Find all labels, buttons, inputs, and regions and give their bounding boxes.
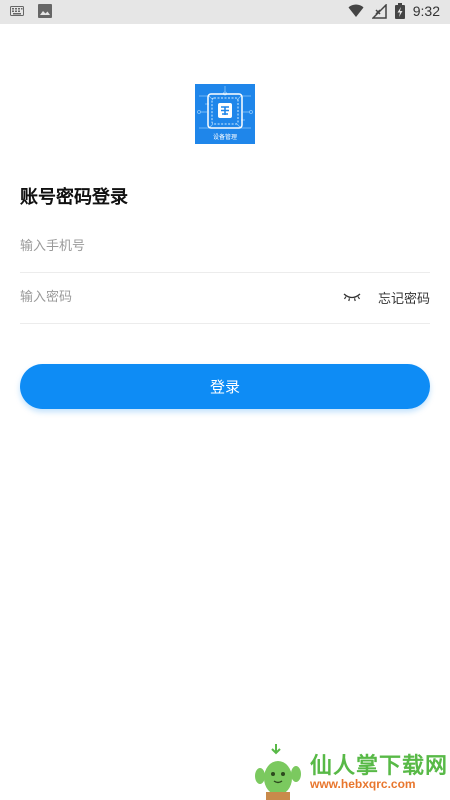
logo-text: 设备管理 (212, 134, 237, 141)
keyboard-icon (10, 6, 24, 16)
watermark: 仙人掌下载网 www.hebxqrc.com (250, 742, 450, 800)
status-time: 9:32 (412, 3, 440, 19)
password-field-row: 忘记密码 (20, 273, 430, 324)
status-bar: 9:32 (0, 0, 450, 24)
image-icon (38, 4, 52, 18)
cactus-mascot-icon (255, 744, 301, 800)
password-input[interactable] (20, 285, 320, 309)
no-signal-icon (371, 3, 387, 19)
login-button[interactable]: 登录 (20, 364, 430, 409)
wifi-icon (348, 4, 364, 17)
app-logo: 设备管理 (195, 84, 255, 144)
battery-charging-icon (394, 3, 405, 19)
phone-field-row (20, 222, 430, 273)
watermark-url: www.hebxqrc.com (310, 777, 416, 791)
forgot-password-link[interactable]: 忘记密码 (378, 288, 430, 307)
phone-input[interactable] (20, 234, 320, 258)
watermark-title: 仙人掌下载网 (310, 754, 449, 779)
eye-closed-icon[interactable] (343, 291, 361, 303)
page-title: 账号密码登录 (20, 187, 128, 208)
